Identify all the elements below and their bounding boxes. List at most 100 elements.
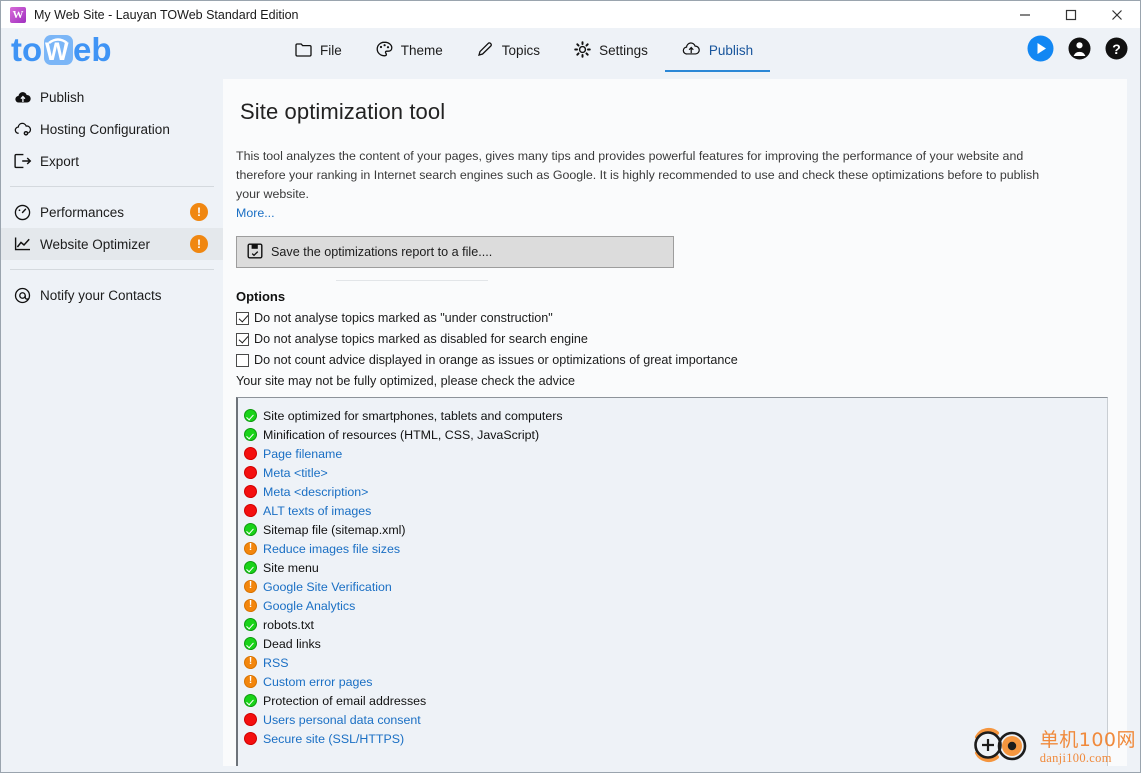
toolbar-tabs: File Theme Topics Settings Publish [278,28,771,73]
list-item[interactable]: Dead links [244,634,1107,653]
gear-icon [574,40,591,61]
page-title: Site optimization tool [240,99,446,124]
checkbox-icon[interactable] [236,353,249,367]
list-item-label: robots.txt [263,617,314,632]
list-item-label[interactable]: Users personal data consent [263,713,421,727]
sidebar-divider-1 [10,186,214,187]
window-controls [1002,1,1140,28]
list-item-label[interactable]: Page filename [263,447,342,461]
sidebar-item-hosting-configuration[interactable]: Hosting Configuration [1,113,223,145]
list-item-label[interactable]: RSS [263,656,288,670]
cloud-gear-icon [14,122,34,137]
application-window: W My Web Site - Lauyan TOWeb Standard Ed… [0,0,1141,773]
save-report-button-label: Save the optimizations report to a file.… [271,245,493,260]
list-item[interactable]: Secure site (SSL/HTTPS) [244,729,1107,748]
tab-topics[interactable]: Topics [460,28,557,73]
list-item[interactable]: Google Analytics [244,596,1107,615]
sidebar-item-export[interactable]: Export [1,145,223,177]
more-link[interactable]: More... [236,206,275,220]
app-body: Publish Hosting Configuration Export Per… [1,73,1140,772]
tab-publish[interactable]: Publish [664,28,771,73]
sidebar-item-website-optimizer[interactable]: Website Optimizer ! [1,228,223,260]
sidebar: Publish Hosting Configuration Export Per… [1,73,223,772]
list-item-label[interactable]: Meta <title> [263,466,328,480]
minimize-icon[interactable] [1002,1,1048,28]
status-warning-icon [244,542,257,556]
option-disabled-search-engine[interactable]: Do not analyse topics marked as disabled… [236,332,1127,346]
options-heading: Options [236,289,286,305]
list-item-label[interactable]: Custom error pages [263,675,373,689]
list-item[interactable]: Protection of email addresses [244,691,1107,710]
tab-topics-label: Topics [501,42,541,58]
tab-publish-label: Publish [708,42,754,58]
list-item[interactable]: Google Site Verification [244,577,1107,596]
option-ignore-orange-advice[interactable]: Do not count advice displayed in orange … [236,353,1127,367]
status-error-icon [244,447,257,461]
tab-file[interactable]: File [278,28,359,73]
sidebar-item-publish-label: Publish [40,89,85,105]
tab-theme[interactable]: Theme [359,28,460,73]
sidebar-item-publish[interactable]: Publish [1,81,223,113]
list-item[interactable]: Site menu [244,558,1107,577]
status-error-icon [244,504,257,518]
window-title: My Web Site - Lauyan TOWeb Standard Edit… [34,7,299,22]
status-error-icon [244,732,257,746]
results-list: Site optimized for smartphones, tablets … [236,397,1108,766]
sidebar-item-website-optimizer-label: Website Optimizer [40,236,151,252]
list-item[interactable]: Sitemap file (sitemap.xml) [244,520,1107,539]
option-ignore-orange-advice-label: Do not count advice displayed in orange … [254,353,738,368]
list-item[interactable]: Reduce images file sizes [244,539,1107,558]
status-error-icon [244,466,257,480]
list-item-label[interactable]: Meta <description> [263,485,368,499]
play-circle-icon[interactable] [1027,35,1054,67]
list-item[interactable]: Page filename [244,444,1107,463]
option-under-construction-label: Do not analyse topics marked as "under c… [254,311,553,326]
list-item-label: Sitemap file (sitemap.xml) [263,522,406,537]
list-item-label: Minification of resources (HTML, CSS, Ja… [263,427,540,442]
sidebar-item-notify-your-contacts[interactable]: Notify your Contacts [1,279,223,311]
title-bar: W My Web Site - Lauyan TOWeb Standard Ed… [1,1,1140,28]
tab-settings[interactable]: Settings [557,28,665,73]
palette-icon [376,41,393,60]
sidebar-item-performances-label: Performances [40,204,125,220]
sidebar-item-performances[interactable]: Performances ! [1,196,223,228]
list-item-label[interactable]: Reduce images file sizes [263,542,400,556]
tab-file-label: File [320,42,342,58]
toweb-logo: to W eb [11,31,126,71]
tab-settings-label: Settings [599,42,648,58]
page-description: This tool analyzes the content of your p… [236,147,1060,222]
checkbox-icon[interactable] [236,311,249,325]
list-item[interactable]: Minification of resources (HTML, CSS, Ja… [244,425,1107,444]
option-under-construction[interactable]: Do not analyse topics marked as "under c… [236,311,1127,325]
checkbox-icon[interactable] [236,332,249,346]
save-report-button[interactable]: Save the optimizations report to a file.… [236,236,674,269]
cloud-upload-icon [14,90,34,105]
status-warning-icon [244,599,257,613]
list-item-label[interactable]: ALT texts of images [263,504,371,518]
list-item[interactable]: Meta <description> [244,482,1107,501]
help-circle-icon[interactable]: ? [1105,37,1128,65]
chart-line-icon [14,236,34,252]
status-ok-icon [244,409,257,423]
list-item-label[interactable]: Secure site (SSL/HTTPS) [263,732,404,746]
user-circle-icon[interactable] [1068,37,1091,65]
list-item[interactable]: RSS [244,653,1107,672]
maximize-icon[interactable] [1048,1,1094,28]
list-item[interactable]: Custom error pages [244,672,1107,691]
gauge-icon [14,204,34,221]
list-item-label: Dead links [263,636,321,651]
status-error-icon [244,713,257,727]
list-item[interactable]: Meta <title> [244,463,1107,482]
list-item-label: Site optimized for smartphones, tablets … [263,408,563,423]
status-badge: ! [190,235,208,253]
list-item[interactable]: Site optimized for smartphones, tablets … [244,406,1107,425]
status-ok-icon [244,637,257,651]
svg-text:to: to [11,31,42,68]
list-item-label[interactable]: Google Analytics [263,599,355,613]
sidebar-item-notify-your-contacts-label: Notify your Contacts [40,287,162,303]
list-item-label[interactable]: Google Site Verification [263,580,392,594]
list-item[interactable]: Users personal data consent [244,710,1107,729]
list-item[interactable]: robots.txt [244,615,1107,634]
close-icon[interactable] [1094,1,1140,28]
list-item[interactable]: ALT texts of images [244,501,1107,520]
